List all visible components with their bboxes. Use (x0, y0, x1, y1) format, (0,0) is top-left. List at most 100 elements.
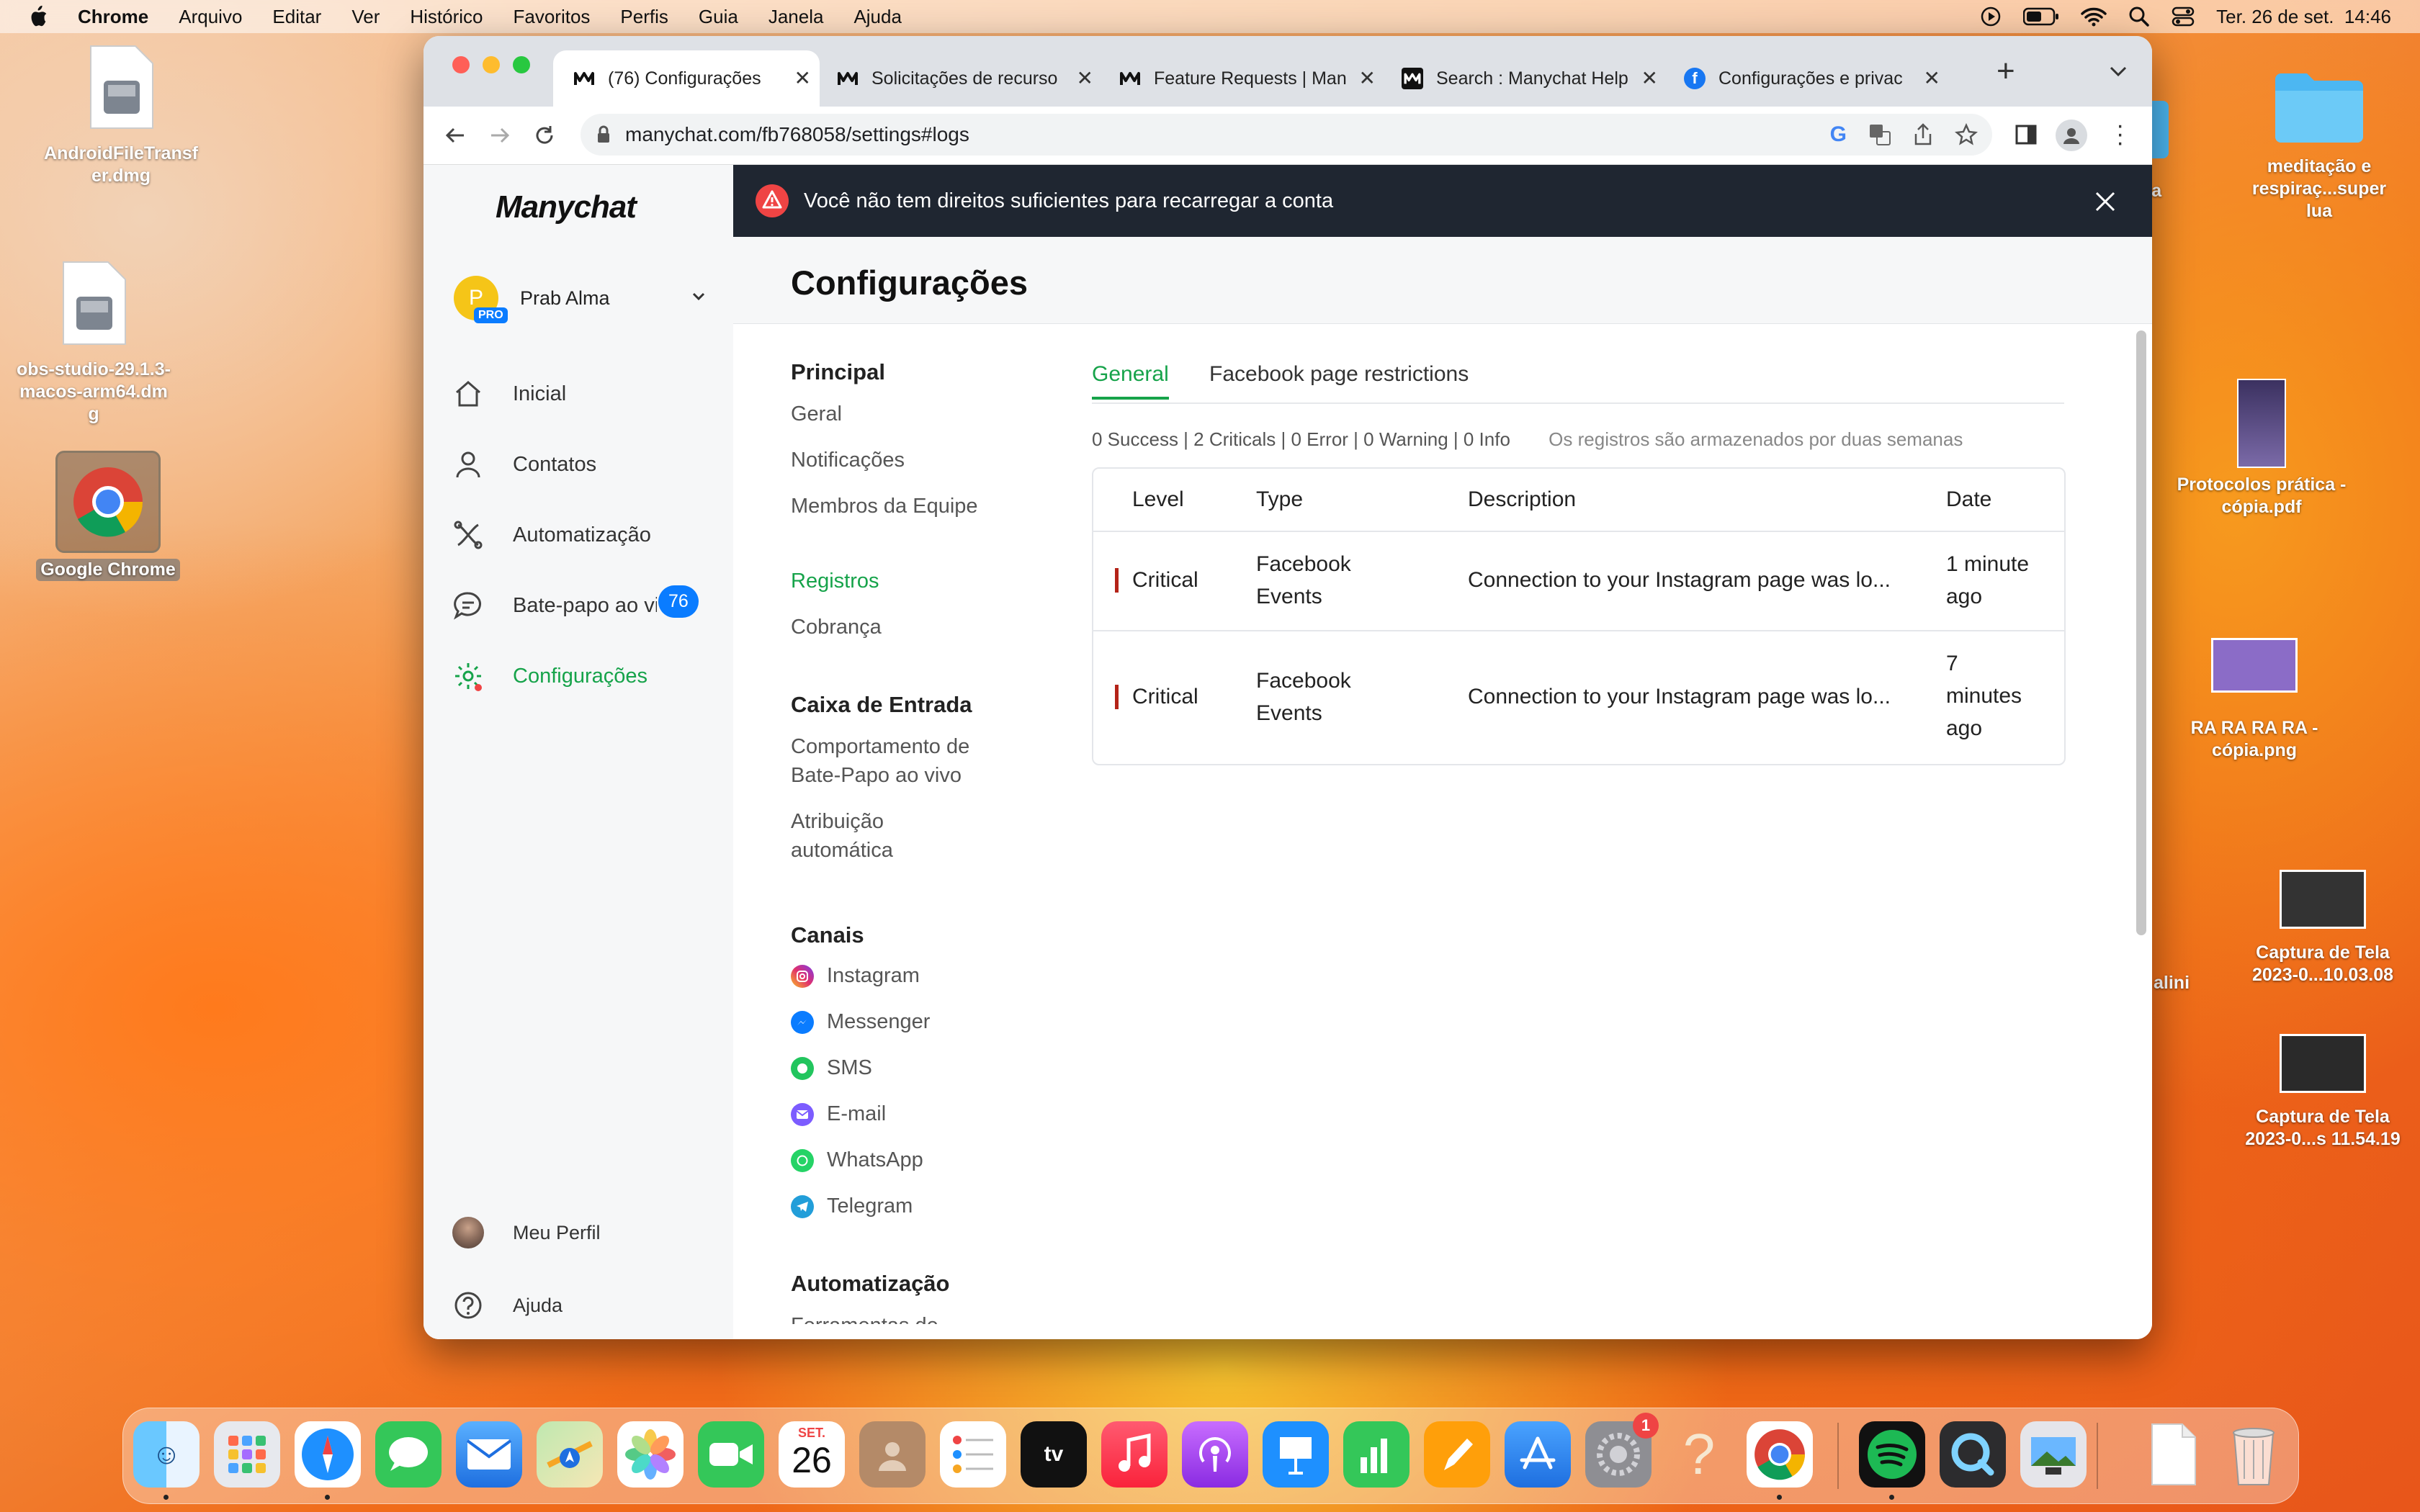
browser-tab-facebook-config[interactable]: f Configurações e privac ✕ (1668, 50, 1949, 107)
settings-link-ferramentas[interactable]: Ferramentas de (791, 1311, 938, 1324)
desktop-folder-meditacao[interactable]: meditação e respiraç...super lua (2240, 69, 2398, 222)
sidebar-item-meu-perfil[interactable]: Meu Perfil (452, 1217, 601, 1248)
sidebar-item-automatizacao[interactable]: Automatização (452, 519, 651, 551)
close-tab-icon[interactable]: ✕ (1359, 66, 1376, 90)
address-bar[interactable]: manychat.com/fb768058/settings#logs G (581, 114, 1992, 156)
sidebar-item-ajuda[interactable]: Ajuda (452, 1290, 563, 1321)
spotlight-search-icon[interactable] (2128, 6, 2150, 27)
spotify-icon[interactable] (1859, 1421, 1925, 1488)
photos-icon[interactable] (617, 1421, 684, 1488)
settings-link-atribuicao[interactable]: Atribuição automática (791, 807, 949, 865)
side-panel-icon[interactable] (2015, 124, 2037, 145)
page-scrollbar[interactable] (2136, 330, 2146, 935)
sidebar-item-inicial[interactable]: Inicial (452, 378, 566, 410)
menu-janela[interactable]: Janela (768, 6, 824, 28)
settings-link-registros[interactable]: Registros (791, 567, 879, 595)
forward-icon[interactable] (488, 124, 511, 147)
google-icon[interactable]: G (1830, 122, 1847, 147)
settings-link-telegram[interactable]: Telegram (791, 1194, 913, 1218)
desktop-file-protocolos[interactable]: Protocolos prática - cópia.pdf (2175, 379, 2348, 518)
browser-tab-search-help[interactable]: Search : Manychat Help ✕ (1386, 50, 1667, 107)
menu-guia[interactable]: Guia (699, 6, 738, 28)
manychat-logo[interactable]: Manychat (496, 189, 637, 225)
system-settings-icon[interactable]: 1 (1585, 1413, 1659, 1488)
menu-favoritos[interactable]: Favoritos (514, 6, 591, 28)
settings-link-membros[interactable]: Membros da Equipe (791, 492, 978, 521)
preview-icon[interactable] (2020, 1421, 2087, 1488)
menu-ver[interactable]: Ver (351, 6, 380, 28)
close-tab-icon[interactable]: ✕ (1077, 66, 1093, 90)
menu-chrome[interactable]: Chrome (78, 6, 148, 28)
wifi-icon[interactable] (2081, 6, 2107, 27)
settings-link-messenger[interactable]: Messenger (791, 1010, 930, 1034)
music-icon[interactable] (1101, 1421, 1168, 1488)
close-icon[interactable] (2094, 191, 2116, 212)
apple-tv-icon[interactable]: tv (1021, 1421, 1087, 1488)
account-switcher[interactable]: P PRO Prab Alma (445, 273, 712, 323)
menu-editar[interactable]: Editar (272, 6, 321, 28)
reload-icon[interactable] (533, 124, 556, 147)
translate-icon[interactable] (1868, 123, 1891, 146)
table-row[interactable]: Critical Facebook Events Connection to y… (1093, 531, 2064, 631)
close-tab-icon[interactable]: ✕ (794, 66, 811, 90)
settings-link-sms[interactable]: SMS (791, 1056, 872, 1080)
launchpad-icon[interactable] (214, 1421, 280, 1488)
menubar-clock[interactable]: Ter. 26 de set. 14:46 (2216, 6, 2391, 28)
facetime-icon[interactable] (698, 1421, 764, 1488)
desktop-file-ra-png[interactable]: RA RA RA RA - cópia.png (2175, 638, 2334, 762)
more-menu-icon[interactable]: · · · (2116, 113, 2124, 155)
settings-link-notificacoes[interactable]: Notificações (791, 446, 905, 474)
back-icon[interactable] (444, 124, 467, 147)
lock-icon[interactable] (596, 125, 611, 144)
desktop-app-google-chrome[interactable]: Google Chrome (29, 451, 187, 581)
contacts-icon[interactable] (859, 1421, 926, 1488)
messages-icon[interactable] (375, 1421, 442, 1488)
browser-tab-configuracoes[interactable]: (76) Configurações ✕ (553, 50, 820, 107)
menu-arquivo[interactable]: Arquivo (179, 6, 242, 28)
tab-general[interactable]: General (1092, 362, 1169, 400)
maps-icon[interactable] (537, 1421, 603, 1488)
close-window-button[interactable] (452, 56, 470, 73)
sidebar-item-bate-papo[interactable]: Bate-papo ao vivo 76 (452, 585, 699, 621)
keynote-icon[interactable] (1263, 1421, 1329, 1488)
help-question-icon[interactable]: ? (1666, 1421, 1732, 1488)
sidebar-item-contatos[interactable]: Contatos (452, 449, 596, 480)
sidebar-item-configuracoes[interactable]: Configurações (452, 660, 647, 692)
battery-icon[interactable] (2023, 7, 2059, 26)
menu-perfis[interactable]: Perfis (620, 6, 668, 28)
desktop-file-androidfiletransfer[interactable]: AndroidFileTransfer.dmg (42, 45, 200, 187)
reminders-icon[interactable] (940, 1421, 1006, 1488)
settings-link-geral[interactable]: Geral (791, 400, 842, 428)
bookmark-star-icon[interactable] (1955, 123, 1978, 146)
table-row[interactable]: Critical Facebook Events Connection to y… (1093, 630, 2064, 764)
desktop-file-captura-1[interactable]: Captura de Tela 2023-0...10.03.08 (2244, 870, 2402, 986)
trash-icon[interactable] (2220, 1421, 2287, 1488)
desktop-file-captura-2[interactable]: Captura de Tela 2023-0...s 11.54.19 (2244, 1034, 2402, 1151)
minimize-window-button[interactable] (483, 56, 500, 73)
settings-link-email[interactable]: E-mail (791, 1102, 886, 1126)
pages-icon[interactable] (1424, 1421, 1490, 1488)
menu-ajuda[interactable]: Ajuda (853, 6, 902, 28)
settings-link-cobranca[interactable]: Cobrança (791, 613, 882, 642)
browser-tab-solicitacoes[interactable]: Solicitações de recurso ✕ (821, 50, 1102, 107)
calendar-icon[interactable]: SET. 26 (779, 1421, 845, 1488)
podcasts-icon[interactable] (1182, 1421, 1248, 1488)
zoom-window-button[interactable] (513, 56, 530, 73)
close-tab-icon[interactable]: ✕ (1641, 66, 1658, 90)
tab-facebook-page-restrictions[interactable]: Facebook page restrictions (1209, 362, 1469, 387)
apple-icon[interactable] (27, 4, 49, 29)
menu-historico[interactable]: Histórico (410, 6, 483, 28)
app-store-icon[interactable] (1505, 1421, 1571, 1488)
settings-link-whatsapp[interactable]: WhatsApp (791, 1148, 923, 1172)
finder-icon[interactable]: ☺ (133, 1421, 200, 1488)
control-center-icon[interactable] (2172, 6, 2195, 27)
numbers-icon[interactable] (1343, 1421, 1410, 1488)
profile-avatar[interactable] (2056, 120, 2087, 151)
url-text[interactable]: manychat.com/fb768058/settings#logs (625, 123, 969, 146)
settings-link-comportamento[interactable]: Comportamento de Bate-Papo ao vivo (791, 732, 1021, 790)
tab-search-chevron-icon[interactable] (2109, 65, 2128, 78)
share-icon[interactable] (1913, 123, 1933, 146)
html-file-icon[interactable] (2140, 1421, 2206, 1488)
desktop-file-obs-studio[interactable]: obs-studio-29.1.3-macos-arm64.dmg (14, 261, 173, 426)
quicktime-icon[interactable] (1940, 1421, 2006, 1488)
